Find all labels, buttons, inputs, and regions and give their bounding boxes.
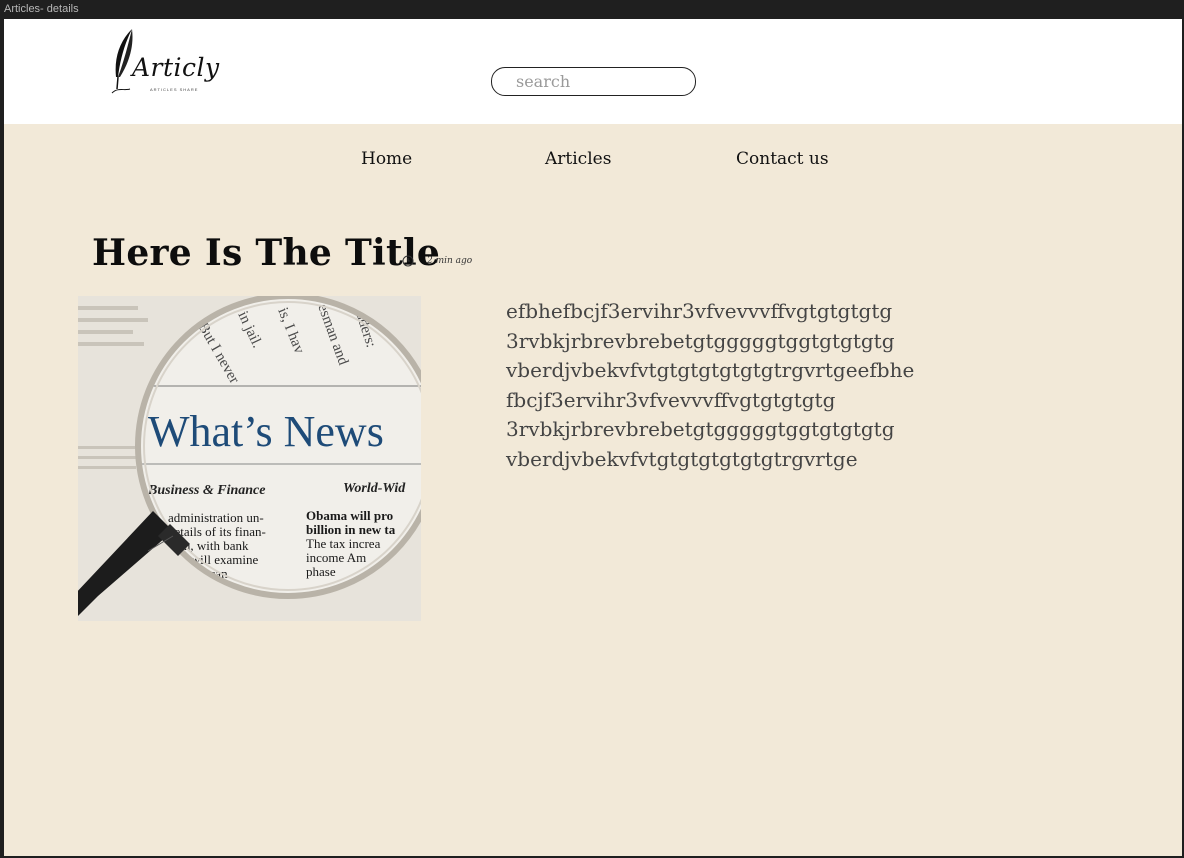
article-body-line: efbhefbcjf3ervihr3vfvevvvffvgtgtgtgtg [506,299,893,323]
image-section-right: World-Wid [343,481,406,496]
window-title: Articles- details [4,3,79,15]
article-body: efbhefbcjf3ervihr3vfvevvvffvgtgtgtgtg 3r… [506,297,926,474]
article-image: But I never in jail. is, I hav esman and… [78,296,421,621]
image-col-left-line: administration un- [168,510,264,525]
search-input[interactable] [516,71,686,92]
search-box [491,67,696,96]
logo-subtext: ARTICLES SHARE [150,87,199,92]
newspaper-magnifier-illustration: But I never in jail. is, I hav esman and… [78,296,421,621]
image-section-left: Business & Finance [147,483,265,498]
nav-contact-us[interactable]: Contact us [736,149,829,169]
image-headline: What’s News [148,407,384,456]
site-header: Articly ARTICLES SHARE [4,19,1182,124]
article-body-line: 3rvbkjrbrevbrebetgtgggggtggtgtgtgtg [506,417,895,441]
logo-text: Articly [132,53,220,82]
image-col-right-line: phase [306,564,336,579]
image-col-right-line: Obama will pro [306,508,393,523]
site-logo[interactable]: Articly ARTICLES SHARE [108,27,228,99]
page: Articly ARTICLES SHARE Home Articles Con… [4,19,1182,856]
nav-home[interactable]: Home [361,149,412,169]
image-col-right-line: income Am [306,550,366,565]
article-body-line: vberdjvbekvfvtgtgtgtgtgtgtrgvrtge [506,446,858,471]
article-title: Here Is The Title [92,232,441,274]
article-body-line: 3rvbkjrbrevbrebetgtgggggtggtgtgtgtg [506,328,895,353]
window-titlebar: Articles- details [0,0,1184,19]
image-col-right-line: The tax increa [306,536,381,551]
clock-icon [402,255,414,267]
article-time-ago: 2 min ago [427,256,473,266]
article-body-line: vberdjvbekvfvtgtgtgtgtgtgtrgvrtgeefbhe [506,358,915,382]
nav-articles[interactable]: Articles [545,149,611,169]
image-col-right-line: billion in new ta [306,522,396,537]
article-body-line: fbcjf3ervihr3vfvevvvffvgtgtgtgtg [506,387,836,412]
